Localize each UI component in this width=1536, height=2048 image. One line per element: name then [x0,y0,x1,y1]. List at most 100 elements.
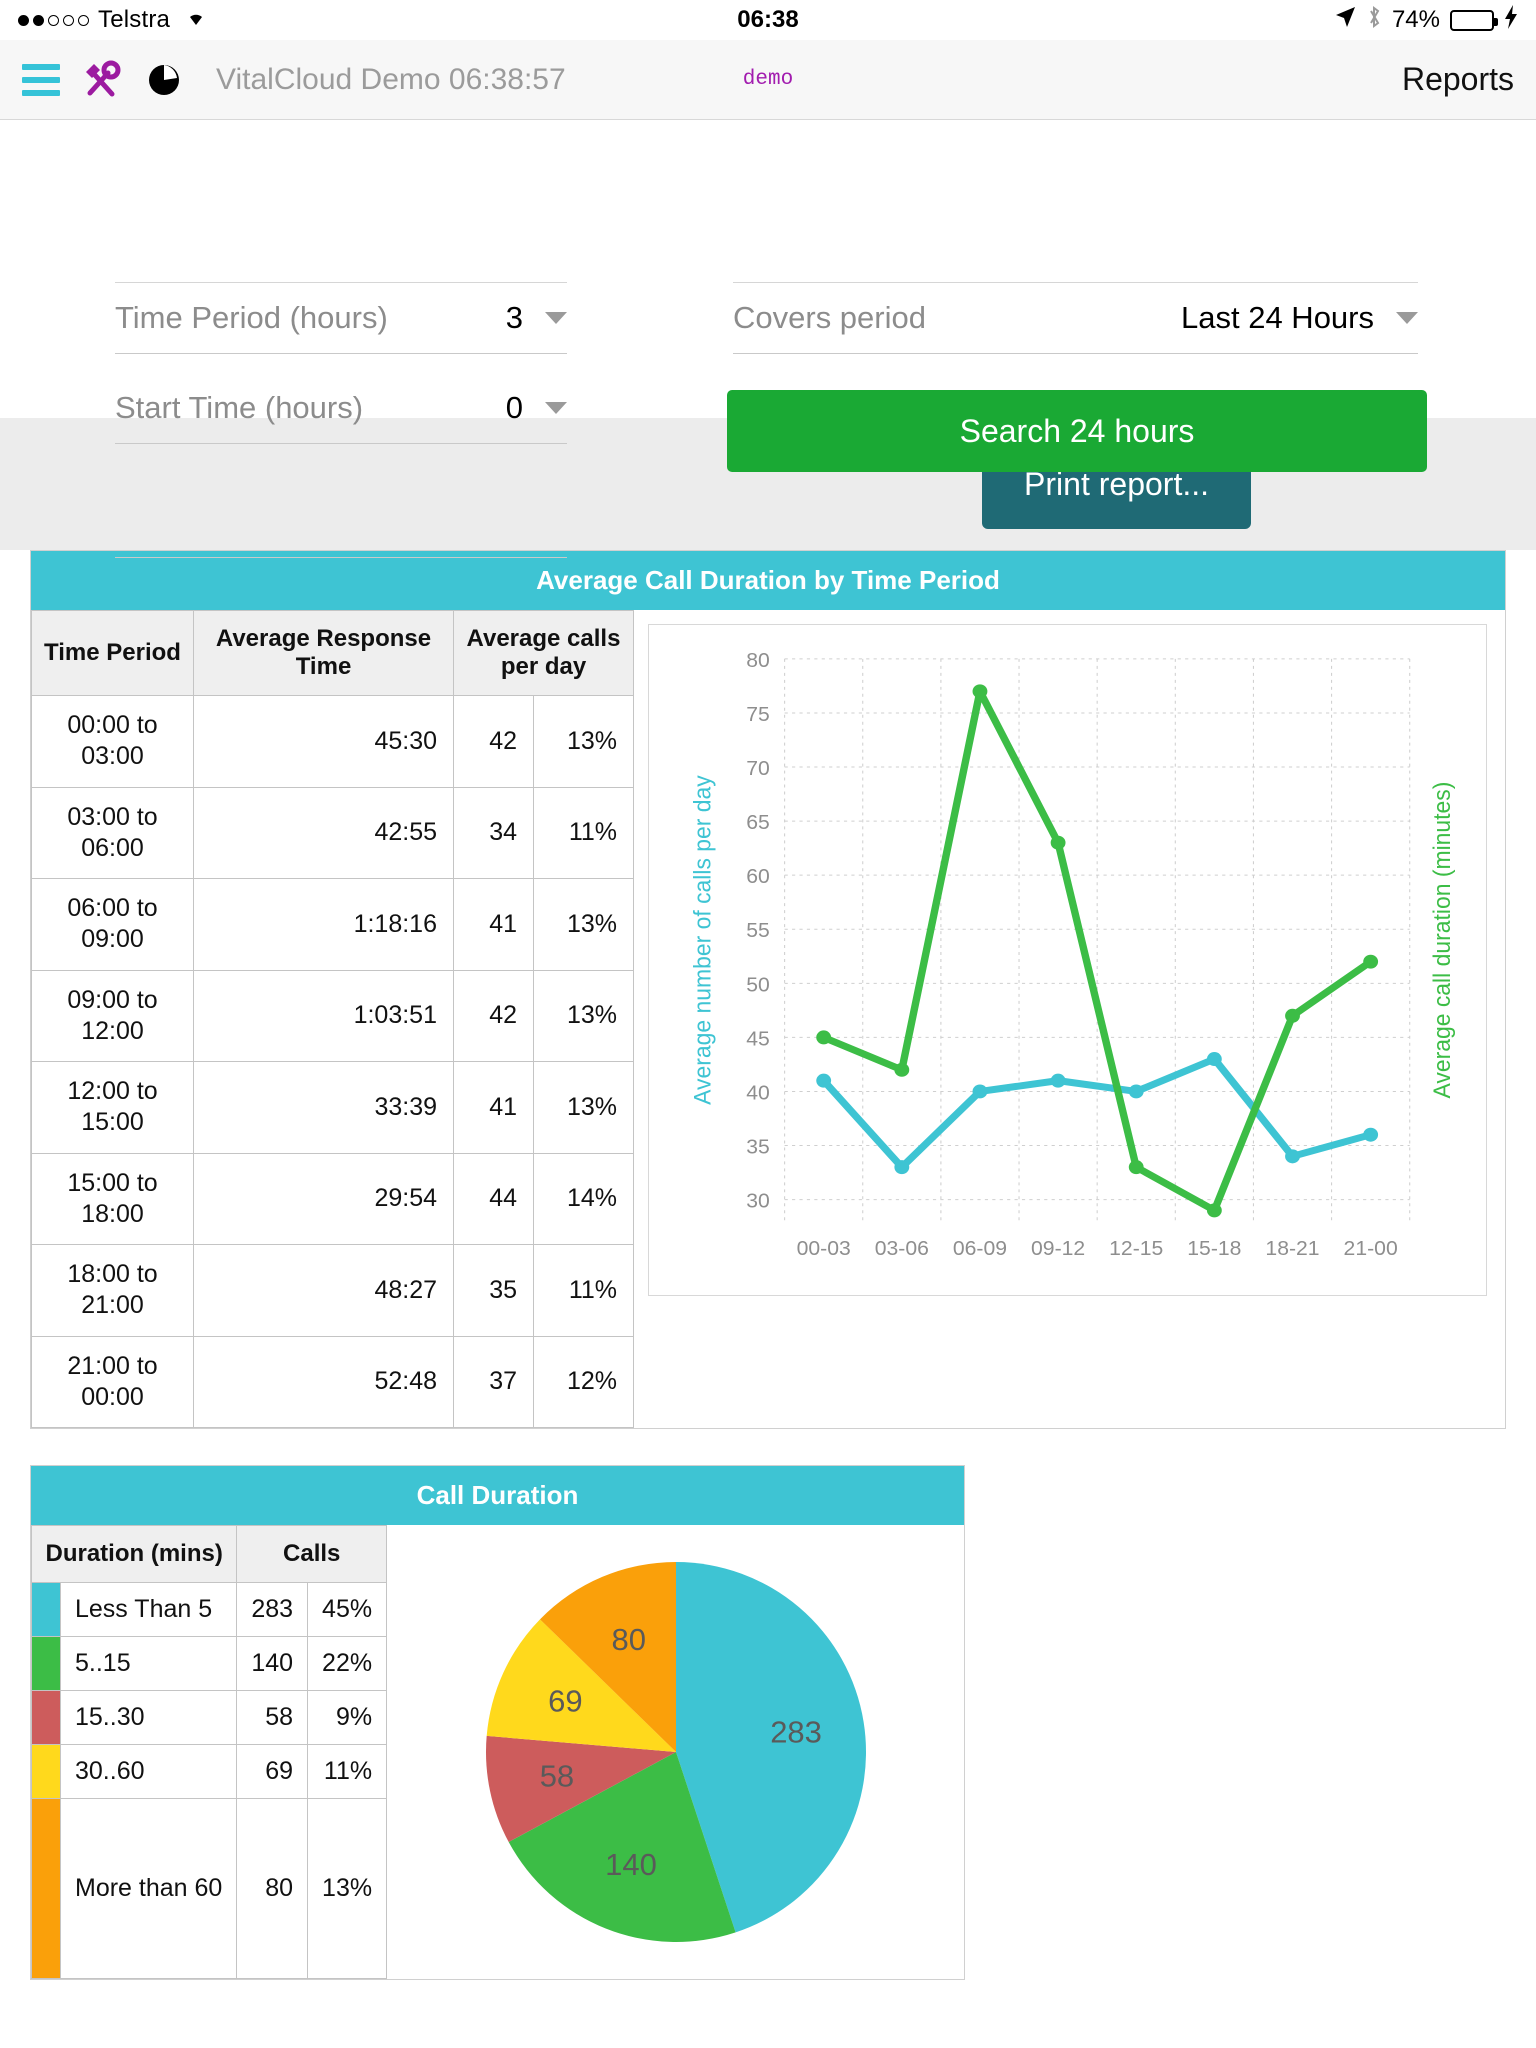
col-time-period: Time Period [31,610,194,696]
cell-percent: 13% [307,1798,388,1979]
cell-percent: 45% [307,1582,388,1637]
table-row: 21:00 to 00:00 52:48 37 12% [31,1335,634,1428]
cell-percent: 14% [533,1152,634,1245]
report-filters: Time Period (hours) 3 Start Time (hours)… [0,120,1536,558]
cell-percent: 13% [533,969,634,1062]
panel-title: Call Duration [31,1466,964,1525]
pie-chart: 283 140 58 69 80 [485,1562,866,1942]
start-time-select[interactable]: Start Time (hours) 0 [115,372,567,444]
chevron-down-icon [545,312,567,324]
status-bar-right: 74% [1334,4,1518,36]
table-row: 00:00 to 03:00 45:30 42 13% [31,695,634,788]
covers-period-select[interactable]: Covers period Last 24 Hours [733,282,1418,354]
legend-color-swatch [31,1636,61,1691]
cell-calls: 80 [236,1798,309,1979]
table-row: 06:00 to 09:00 1:18:16 41 13% [31,878,634,971]
legend-color-swatch [31,1690,61,1745]
covers-period-label: Covers period [733,300,926,335]
svg-text:40: 40 [746,1082,770,1104]
pie-slice-label: 58 [539,1759,573,1794]
svg-text:12-15: 12-15 [1109,1238,1163,1260]
col-avg-calls-per-day: Average calls per day [453,610,634,696]
svg-text:70: 70 [746,758,770,780]
cell-duration-label: 5..15 [59,1636,238,1691]
svg-text:80: 80 [746,649,770,671]
svg-text:45: 45 [746,1028,770,1050]
line-chart-frame: 30 35 40 45 50 55 60 65 70 75 80 00-03 03-06 06-09 09-… [648,624,1487,1319]
ios-status-bar: Telstra 06:38 74% [0,0,1536,40]
bluetooth-icon [1366,5,1382,36]
legend-color-swatch [31,1582,61,1637]
svg-text:75: 75 [746,703,770,725]
pie-slice-label: 80 [611,1622,645,1657]
svg-text:50: 50 [746,974,770,996]
reports-link[interactable]: Reports [1402,61,1514,98]
cell-time-period: 18:00 to 21:00 [31,1244,194,1337]
cell-time-period: 21:00 to 00:00 [31,1335,194,1428]
cell-calls: 37 [453,1335,534,1428]
svg-text:35: 35 [746,1136,770,1158]
table-row: 03:00 to 06:00 42:55 34 11% [31,786,634,879]
cell-calls: 41 [453,878,534,971]
svg-text:18-21: 18-21 [1265,1238,1319,1260]
table-row: 15:00 to 18:00 29:54 44 14% [31,1152,634,1245]
panel-body: Time Period Average Response Time Averag… [31,610,1505,1428]
search-button[interactable]: Search 24 hours [727,390,1427,472]
svg-text:60: 60 [746,866,770,888]
cell-response-time: 42:55 [193,786,454,879]
svg-text:03-06: 03-06 [875,1238,929,1260]
cell-time-period: 12:00 to 15:00 [31,1061,194,1154]
cell-duration-label: 15..30 [59,1690,238,1745]
tools-icon[interactable] [82,60,122,100]
cell-calls: 44 [453,1152,534,1245]
cell-time-period: 03:00 to 06:00 [31,786,194,879]
cell-response-time: 33:39 [193,1061,454,1154]
svg-text:65: 65 [746,812,770,834]
list-item: More than 60 80 13% [31,1798,388,1979]
svg-text:30: 30 [746,1190,770,1212]
cell-calls: 42 [453,969,534,1062]
col-calls: Calls [236,1525,388,1583]
time-period-select[interactable]: Time Period (hours) 3 [115,282,567,354]
battery-icon [1450,9,1498,31]
cell-duration-label: 30..60 [59,1744,238,1799]
cell-time-period: 06:00 to 09:00 [31,878,194,971]
signal-strength-icon [18,14,89,26]
cell-percent: 9% [307,1690,388,1745]
col-avg-response-time: Average Response Time [193,610,454,696]
empty-filter-field[interactable] [115,540,567,558]
svg-text:06-09: 06-09 [953,1238,1007,1260]
pie-chart-icon[interactable] [144,60,184,100]
cell-percent: 12% [533,1335,634,1428]
list-item: 5..15 140 22% [31,1636,388,1691]
svg-text:55: 55 [746,920,770,942]
panel-call-duration: Call Duration Duration (mins) Calls Less… [30,1465,965,1980]
header-icon-group [22,60,184,100]
carrier-label: Telstra [98,6,171,33]
pie-slice-label: 283 [770,1715,822,1750]
battery-percent-label: 74% [1391,6,1440,33]
legend-color-swatch [31,1798,61,1979]
list-item: 15..30 58 9% [31,1690,388,1745]
start-time-value: 0 [505,389,523,425]
cell-response-time: 48:27 [193,1244,454,1337]
cell-time-period: 15:00 to 18:00 [31,1152,194,1245]
svg-text:00-03: 00-03 [797,1238,851,1260]
cell-calls: 41 [453,1061,534,1154]
cell-percent: 11% [533,1244,634,1337]
status-bar-clock: 06:38 [737,6,799,33]
cell-response-time: 52:48 [193,1335,454,1428]
cell-duration-label: More than 60 [59,1798,238,1979]
cell-percent: 11% [307,1744,388,1799]
cell-time-period: 09:00 to 12:00 [31,969,194,1062]
status-bar-left: Telstra [18,6,209,34]
time-period-value: 3 [505,300,523,335]
list-item: Less Than 5 283 45% [31,1582,388,1637]
cell-response-time: 29:54 [193,1152,454,1245]
hamburger-menu-icon[interactable] [22,63,60,96]
list-item: 30..60 69 11% [31,1744,388,1799]
cell-percent: 13% [533,695,634,788]
cell-percent: 13% [533,878,634,971]
pie-slice-label: 140 [605,1847,657,1882]
svg-text:15-18: 15-18 [1187,1238,1241,1260]
